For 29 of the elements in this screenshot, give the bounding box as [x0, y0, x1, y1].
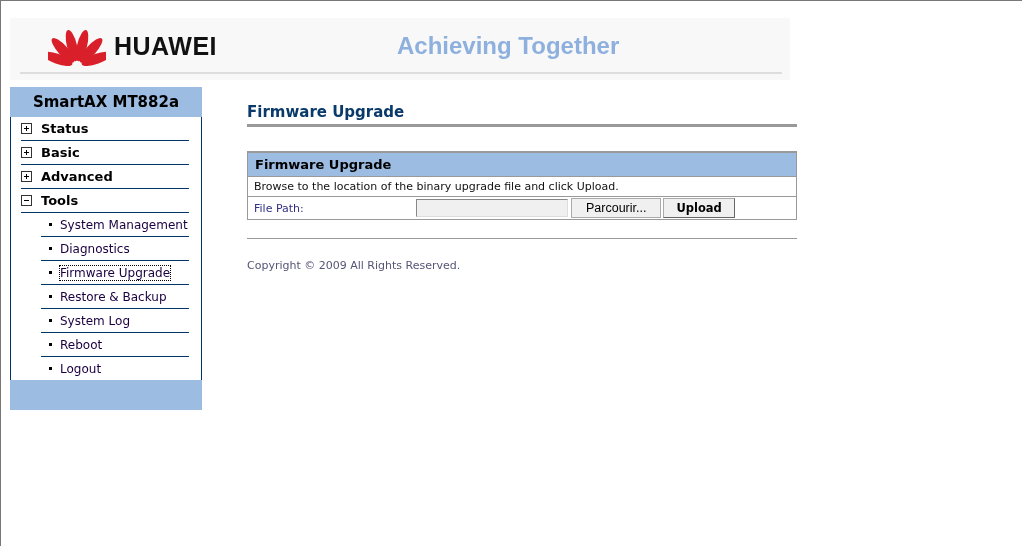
instruction-text: Browse to the location of the binary upgrade file and click Upload.: [254, 180, 619, 193]
bullet-icon: [49, 295, 52, 298]
menu-link[interactable]: Diagnostics: [60, 241, 130, 256]
slogan: Achieving Together: [397, 32, 620, 60]
bullet-icon: [49, 223, 52, 226]
field-label: File Path:: [254, 201, 305, 215]
upload-button[interactable]: Upload: [663, 198, 735, 218]
menu-group[interactable]: Advanced: [21, 165, 189, 189]
bullet-icon: [49, 319, 52, 322]
file-path-field[interactable]: [416, 199, 568, 217]
browse-button[interactable]: Parcourir...: [571, 198, 662, 218]
bullet-icon: [49, 343, 52, 346]
menu-link[interactable]: Logout: [60, 361, 102, 376]
menu-group[interactable]: Basic: [21, 141, 189, 165]
menu-group[interactable]: Tools: [21, 189, 189, 213]
menu-group[interactable]: Status: [21, 117, 189, 141]
brand-name: HUAWEI: [114, 31, 217, 61]
menu-link[interactable]: System Log: [60, 313, 130, 328]
menu-link[interactable]: Restore & Backup: [60, 289, 167, 304]
menu-link[interactable]: Reboot: [60, 337, 103, 352]
page-title: Firmware Upgrade: [247, 103, 797, 127]
bullet-icon: [49, 247, 52, 250]
panel-title: Firmware Upgrade: [248, 152, 796, 176]
menu-link[interactable]: Firmware Upgrade: [60, 265, 171, 280]
bullet-icon: [49, 367, 52, 370]
bullet-icon: [49, 271, 52, 274]
menu-link[interactable]: System Management: [60, 217, 188, 232]
copyright-text: Copyright © 2009 All Rights Reserved.: [247, 259, 461, 272]
sidebar-title: SmartAX MT882a: [10, 87, 202, 117]
